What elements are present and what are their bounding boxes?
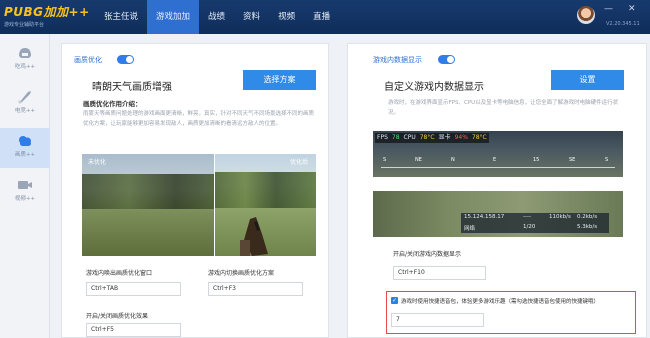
tab-live[interactable]: 直播 xyxy=(304,0,339,34)
sidebar-item-label: 吃鸡++ xyxy=(14,64,36,70)
field-label-switch-scheme: 游戏内切换画质优化方案 xyxy=(208,270,275,277)
quick-voice-checkbox[interactable]: ✓ xyxy=(391,297,398,304)
before-tag: 未优化 xyxy=(88,159,107,166)
hotkey-open-window-input[interactable]: Ctrl+TAB xyxy=(86,282,181,296)
cloud-icon xyxy=(19,136,31,146)
tab-info[interactable]: 资料 xyxy=(234,0,269,34)
helmet-icon xyxy=(19,48,31,58)
user-avatar[interactable] xyxy=(577,6,595,24)
quality-toggle-label: 画质优化 xyxy=(74,56,102,64)
rocket-icon xyxy=(18,91,31,104)
ingame-data-toggle[interactable] xyxy=(438,55,455,64)
hud-cpu-label: CPU xyxy=(403,134,416,141)
compass-mark: 15 xyxy=(533,157,540,163)
quality-subhead: 画质优化作用介绍： xyxy=(83,100,142,108)
quality-title: 晴朗天气画质增强 xyxy=(92,82,172,93)
hud-fps-label: FPS xyxy=(377,134,388,141)
field-label-toggle-data: 开启/关闭游戏内数据显示 xyxy=(393,251,462,258)
top-bar: PUBG加加++ 游戏专业辅助平台 张主任说 游戏加加 战绩 资料 视频 直播 … xyxy=(0,0,650,34)
network-info-box: 15.124.158.17 ---- 110kb/s 0.2kb/s 网络 1/… xyxy=(461,213,609,233)
rifle-icon xyxy=(240,217,268,256)
compass-mark: S xyxy=(605,157,609,163)
close-button[interactable]: ✕ xyxy=(628,4,636,14)
compass-mark: NE xyxy=(415,157,422,163)
version-label: V2.20.345.11 xyxy=(606,21,640,27)
main-nav: 张主任说 游戏加加 战绩 资料 视频 直播 xyxy=(95,0,339,34)
field-label-toggle-effect: 开启/关闭画质优化效果 xyxy=(86,313,149,320)
hotkey-switch-scheme-input[interactable]: Ctrl+F3 xyxy=(208,282,303,296)
settings-button[interactable]: 设置 xyxy=(551,70,624,90)
sidebar-item-label: 画质++ xyxy=(14,152,36,158)
logo-subtitle: 游戏专业辅助平台 xyxy=(4,22,45,28)
tab-records[interactable]: 战绩 xyxy=(199,0,234,34)
hud-fps-value: 78 xyxy=(391,134,400,141)
compass-mark: SE xyxy=(569,157,576,163)
quality-description: 雨雾天等画质问题处理的游戏画面更清晰，鲜亮，真实，针对不同天气不同场景选择不同的… xyxy=(83,111,315,127)
hud-stats-bar: FPS 78 CPU 78°C 显卡 94% 78°C xyxy=(375,133,489,143)
net-label: 网络 xyxy=(464,226,476,232)
tab-zhangzhuren[interactable]: 张主任说 xyxy=(95,0,147,34)
quality-toggle[interactable] xyxy=(117,55,134,64)
logo-text: PUBG加加++ xyxy=(4,5,90,19)
quick-voice-hotkey-input[interactable]: 7 xyxy=(391,313,484,327)
tab-game-plus[interactable]: 游戏加加 xyxy=(147,0,200,34)
net-speed: 110kb/s xyxy=(549,214,571,220)
net-ip: 15.124.158.17 xyxy=(464,214,505,220)
hud-gpu-temp: 78°C xyxy=(471,134,487,141)
ingame-data-description: 游戏时，在游戏界面显示FPS、CPU以及显卡等电脑信息，让您全面了解游戏时电脑硬… xyxy=(388,100,619,116)
after-tag: 优化后 xyxy=(290,159,309,166)
hud-cpu-temp: 78°C xyxy=(419,134,435,141)
ingame-data-toggle-label: 游戏内数据显示 xyxy=(373,56,422,64)
ingame-data-title: 自定义游戏内数据显示 xyxy=(384,82,484,93)
compass-mark: E xyxy=(493,157,497,163)
sidebar-item-label: 电竞++ xyxy=(14,108,36,114)
hud-gpu-usage: 94% xyxy=(454,134,468,141)
hud-gpu-label: 显卡 xyxy=(438,134,451,141)
sidebar: 吃鸡++ 电竞++ 画质++ 视频++ xyxy=(0,34,50,338)
app-logo: PUBG加加++ 游戏专业辅助平台 xyxy=(4,3,90,28)
quick-voice-label: 游戏时使用快捷语音包，体验更多游戏乐趣（需勾选快捷语音包使用的快捷键哦） xyxy=(401,299,600,305)
minimize-button[interactable]: — xyxy=(604,4,613,14)
tab-video[interactable]: 视频 xyxy=(269,0,304,34)
sidebar-item-video[interactable]: 视频++ xyxy=(0,172,50,212)
field-label-open-window: 游戏内唤出画质优化窗口 xyxy=(86,270,153,277)
network-preview-image: 15.124.158.17 ---- 110kb/s 0.2kb/s 网络 1/… xyxy=(373,191,623,237)
hotkey-toggle-data-input[interactable]: Ctrl+F10 xyxy=(393,266,486,280)
hotkey-toggle-effect-input[interactable]: Ctrl+F5 xyxy=(86,323,181,337)
net-up: 0.2kb/s xyxy=(577,214,598,220)
video-icon xyxy=(18,181,32,189)
net-ping: ---- xyxy=(523,214,531,220)
quality-comparison-image: 未优化 优化后 xyxy=(82,154,316,256)
sidebar-item-chicken[interactable]: 吃鸡++ xyxy=(0,40,50,80)
sidebar-item-label: 视频++ xyxy=(14,196,36,202)
select-scheme-button[interactable]: 选择方案 xyxy=(243,70,316,90)
compass-mark: N xyxy=(451,157,455,163)
net-loss: 1/20 xyxy=(523,224,536,230)
hud-preview-image: FPS 78 CPU 78°C 显卡 94% 78°C S NE N E 15 … xyxy=(373,131,623,177)
sidebar-item-esports[interactable]: 电竞++ xyxy=(0,84,50,124)
net-down: 5.3kb/s xyxy=(577,224,598,230)
hud-compass: S NE N E 15 SE S xyxy=(373,155,623,175)
sidebar-item-quality[interactable]: 画质++ xyxy=(0,128,50,168)
compass-mark: S xyxy=(383,157,387,163)
